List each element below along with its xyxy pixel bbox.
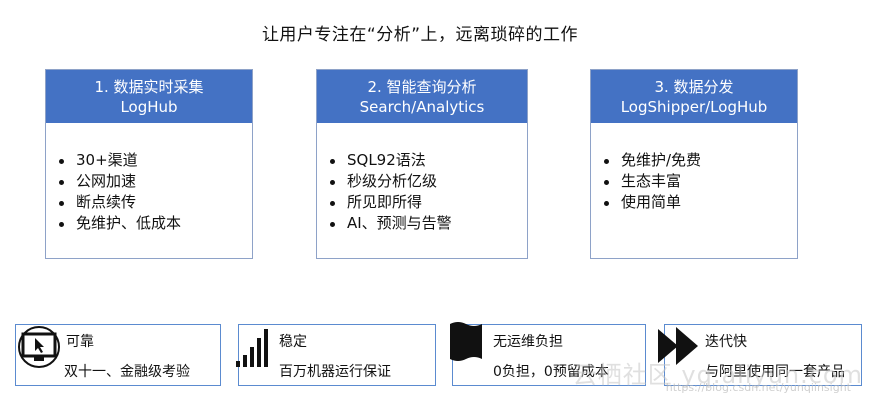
card-bullet-list: 30+渠道 公网加速 断点续传 免维护、低成本 (56, 150, 252, 234)
list-item: AI、预测与告警 (327, 213, 527, 234)
feature-title: 稳定 (279, 334, 307, 350)
card-header: 3. 数据分发 LogShipper/LogHub (591, 70, 797, 123)
feature-no-ops: 无运维负担 0负担，0预留成本 (450, 322, 646, 386)
card-data-distribution: 3. 数据分发 LogShipper/LogHub 免维护/免费 生态丰富 使用… (590, 69, 798, 259)
list-item: SQL92语法 (327, 150, 527, 171)
feature-reliable: 可靠 双十一、金融级考验 (15, 324, 221, 386)
list-item: 秒级分析亿级 (327, 171, 527, 192)
feature-title: 无运维负担 (493, 334, 563, 350)
feature-title: 可靠 (66, 334, 94, 350)
fast-forward-icon (658, 327, 698, 365)
feature-title: 迭代快 (705, 334, 747, 350)
page-title: 让用户专注在“分析”上，远离琐碎的工作 (261, 25, 579, 45)
card-header-subtitle: LogShipper/LogHub (620, 97, 768, 116)
feature-description: 双十一、金融级考验 (64, 364, 190, 380)
feature-stable: 稳定 百万机器运行保证 (236, 324, 436, 386)
feature-description: 0负担，0预留成本 (493, 364, 609, 380)
list-item: 免维护、低成本 (56, 213, 252, 234)
list-item: 所见即所得 (327, 192, 527, 213)
card-data-collection: 1. 数据实时采集 LogHub 30+渠道 公网加速 断点续传 免维护、低成本 (45, 69, 253, 259)
card-header-subtitle: LogHub (120, 97, 178, 116)
feature-description: 与阿里使用同一套产品 (705, 364, 845, 380)
card-header: 1. 数据实时采集 LogHub (46, 70, 252, 123)
card-header-subtitle: Search/Analytics (359, 97, 485, 116)
card-header-title: 1. 数据实时采集 (94, 77, 204, 96)
feature-description: 百万机器运行保证 (279, 364, 391, 380)
list-item: 使用简单 (601, 192, 797, 213)
list-item: 免维护/免费 (601, 150, 797, 171)
list-item: 断点续传 (56, 192, 252, 213)
card-header: 2. 智能查询分析 Search/Analytics (317, 70, 527, 123)
list-item: 公网加速 (56, 171, 252, 192)
list-item: 生态丰富 (601, 171, 797, 192)
card-bullet-list: SQL92语法 秒级分析亿级 所见即所得 AI、预测与告警 (327, 150, 527, 234)
card-header-title: 3. 数据分发 (654, 77, 734, 96)
flag-icon (450, 322, 482, 361)
card-header-title: 2. 智能查询分析 (367, 77, 477, 96)
card-bullet-list: 免维护/免费 生态丰富 使用简单 (601, 150, 797, 213)
feature-fast-iteration: 迭代快 与阿里使用同一套产品 (658, 324, 862, 386)
card-query-analytics: 2. 智能查询分析 Search/Analytics SQL92语法 秒级分析亿… (316, 69, 528, 259)
signal-bars-icon (236, 329, 268, 367)
monitor-cursor-icon (18, 326, 60, 368)
list-item: 30+渠道 (56, 150, 252, 171)
